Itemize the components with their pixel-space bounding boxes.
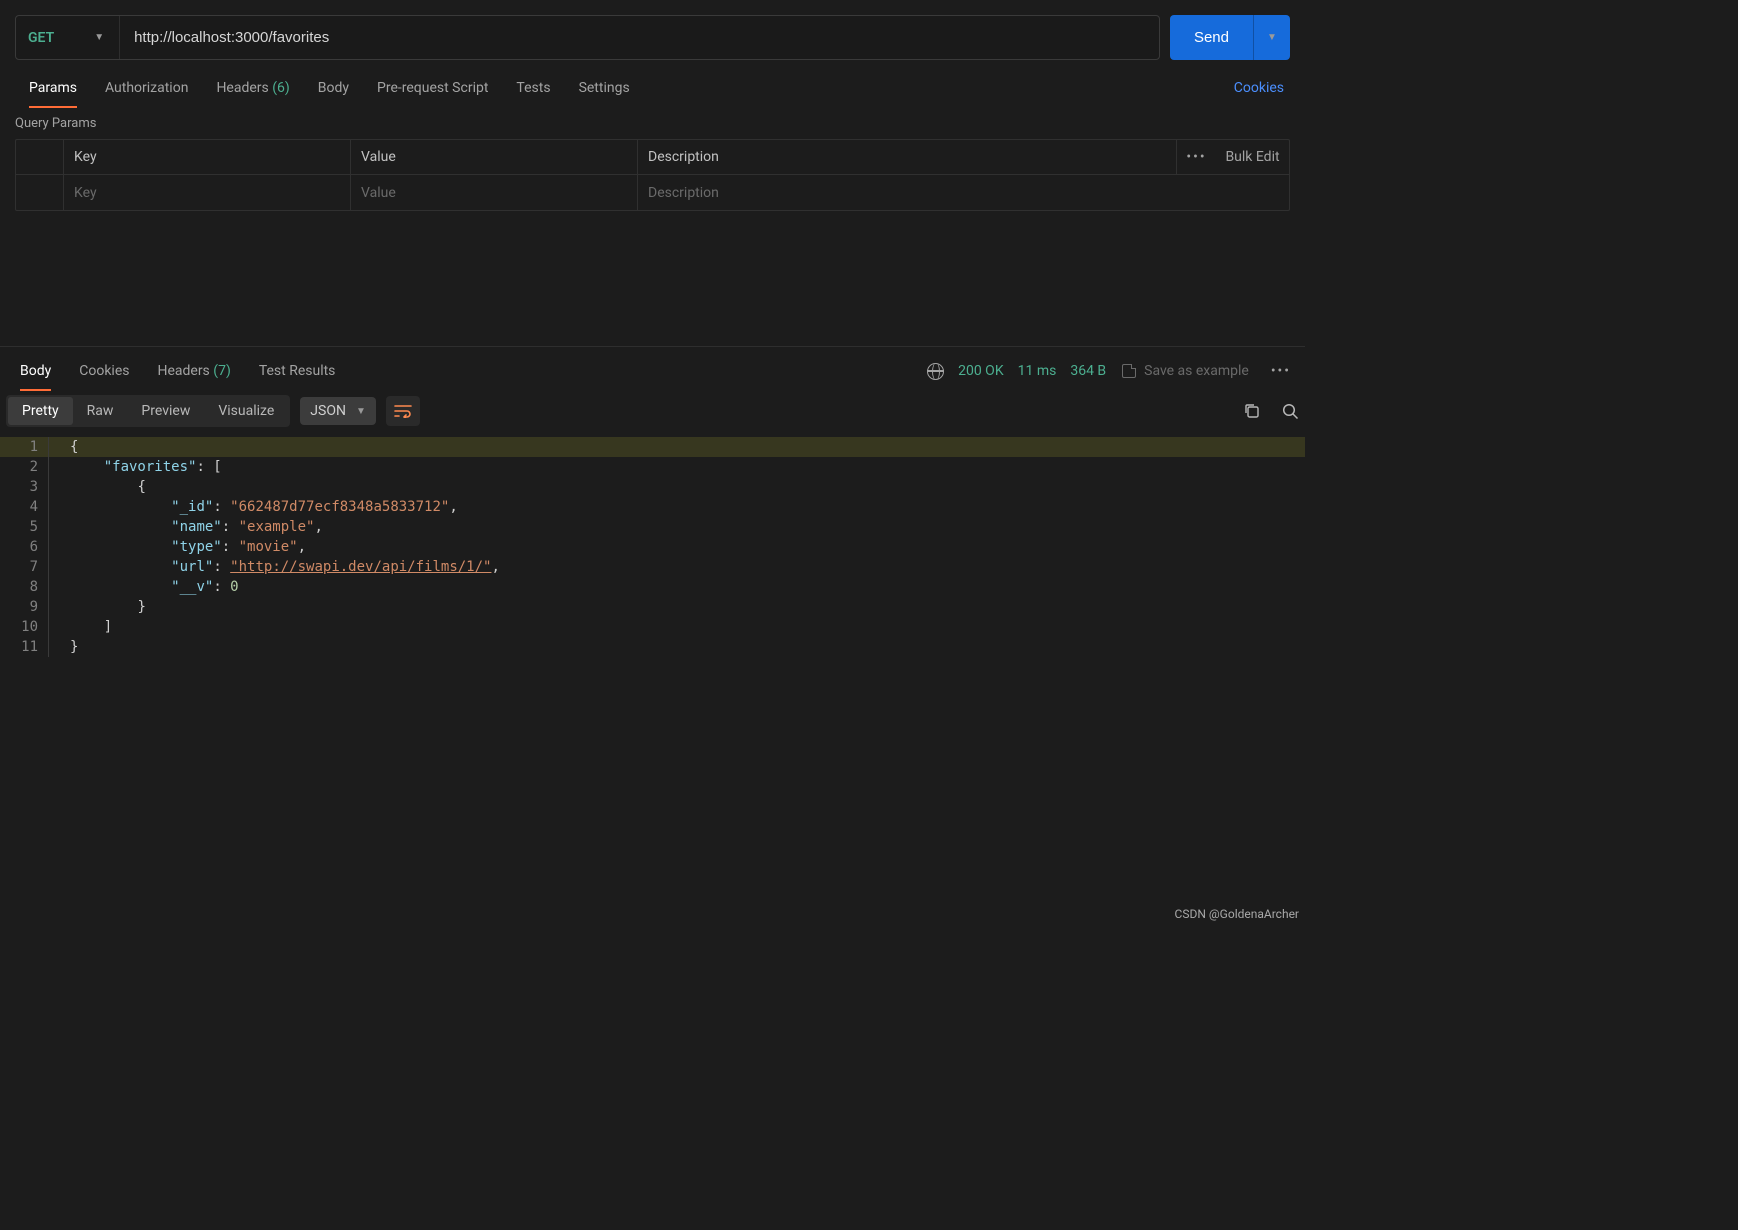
checkbox-col [16, 140, 64, 174]
view-pretty[interactable]: Pretty [8, 397, 73, 425]
headers-count: (6) [272, 80, 290, 96]
status-size: 364 B [1070, 363, 1106, 379]
request-tabs: Params Authorization Headers (6) Body Pr… [0, 70, 1305, 106]
resp-tab-cookies[interactable]: Cookies [65, 353, 143, 389]
bulk-edit-link[interactable]: Bulk Edit [1225, 149, 1279, 165]
tab-settings[interactable]: Settings [565, 70, 644, 106]
view-bar: Pretty Raw Preview Visualize JSON ▼ [0, 389, 1305, 433]
code-line: 2 "favorites": [ [0, 457, 1305, 477]
query-params-table: Key Value Description ••• Bulk Edit Key … [15, 139, 1290, 211]
format-select[interactable]: JSON ▼ [300, 397, 376, 425]
tab-tests[interactable]: Tests [502, 70, 564, 106]
code-line: 9 } [0, 597, 1305, 617]
method-label: GET [28, 30, 54, 46]
response-body-viewer[interactable]: 1{2 "favorites": [3 {4 "_id": "662487d77… [0, 437, 1305, 657]
more-columns-icon[interactable]: ••• [1186, 149, 1206, 165]
wrap-icon [394, 404, 412, 418]
chevron-down-icon: ▼ [94, 32, 104, 43]
save-icon [1122, 364, 1136, 378]
url-input[interactable] [120, 16, 1159, 59]
code-line: 8 "__v": 0 [0, 577, 1305, 597]
copy-button[interactable] [1244, 403, 1260, 419]
view-visualize[interactable]: Visualize [204, 397, 288, 425]
search-icon [1282, 403, 1299, 420]
hdr-description: Description [638, 140, 1177, 174]
status-time: 11 ms [1018, 363, 1057, 379]
response-header-bar: Body Cookies Headers (7) Test Results 20… [0, 353, 1305, 389]
value-input[interactable]: Value [351, 175, 638, 210]
tab-prerequest[interactable]: Pre-request Script [363, 70, 502, 106]
code-line: 11} [0, 637, 1305, 657]
watermark: CSDN @GoldenaArcher [1175, 907, 1299, 921]
view-raw[interactable]: Raw [73, 397, 128, 425]
send-dropdown-button[interactable]: ▼ [1254, 15, 1290, 60]
code-line: 10 ] [0, 617, 1305, 637]
table-header-row: Key Value Description ••• Bulk Edit [16, 140, 1289, 175]
status-code: 200 OK [958, 363, 1004, 379]
resp-tab-headers[interactable]: Headers (7) [143, 353, 244, 389]
description-input[interactable]: Description [638, 175, 1289, 210]
resp-headers-label: Headers [157, 363, 209, 379]
hdr-value: Value [351, 140, 638, 174]
response-more-icon[interactable]: ••• [1263, 363, 1299, 379]
search-button[interactable] [1282, 403, 1299, 420]
send-group: Send ▼ [1170, 15, 1290, 60]
status-group: 200 OK 11 ms 364 B [927, 363, 1106, 380]
save-example-label: Save as example [1144, 363, 1249, 379]
code-line: 7 "url": "http://swapi.dev/api/films/1/"… [0, 557, 1305, 577]
globe-icon[interactable] [927, 363, 944, 380]
tab-params[interactable]: Params [15, 70, 91, 106]
code-line: 5 "name": "example", [0, 517, 1305, 537]
chevron-down-icon: ▼ [356, 406, 366, 417]
query-params-label: Query Params [0, 106, 1305, 139]
hdr-key: Key [64, 140, 351, 174]
tab-body[interactable]: Body [304, 70, 363, 106]
copy-icon [1244, 403, 1260, 419]
view-segment: Pretty Raw Preview Visualize [6, 395, 290, 427]
view-preview[interactable]: Preview [127, 397, 204, 425]
row-checkbox-col[interactable] [16, 175, 64, 210]
code-line: 4 "_id": "662487d77ecf8348a5833712", [0, 497, 1305, 517]
resp-tab-tests[interactable]: Test Results [245, 353, 350, 389]
table-row[interactable]: Key Value Description [16, 175, 1289, 210]
tab-authorization[interactable]: Authorization [91, 70, 202, 106]
send-button[interactable]: Send [1170, 15, 1254, 60]
tab-headers-label: Headers [216, 80, 268, 96]
format-label: JSON [310, 403, 346, 419]
code-line: 6 "type": "movie", [0, 537, 1305, 557]
resp-tab-body[interactable]: Body [6, 353, 65, 389]
method-select[interactable]: GET ▼ [16, 16, 120, 59]
wrap-toggle[interactable] [386, 396, 420, 426]
resp-headers-count: (7) [213, 363, 231, 379]
code-line: 3 { [0, 477, 1305, 497]
cookies-link[interactable]: Cookies [1228, 80, 1290, 96]
chevron-down-icon: ▼ [1267, 32, 1277, 43]
code-line: 1{ [0, 437, 1305, 457]
splitter[interactable] [0, 346, 1305, 347]
tab-headers[interactable]: Headers (6) [202, 70, 303, 106]
save-as-example: Save as example [1122, 363, 1249, 379]
key-input[interactable]: Key [64, 175, 351, 210]
request-frame: GET ▼ [15, 15, 1160, 60]
